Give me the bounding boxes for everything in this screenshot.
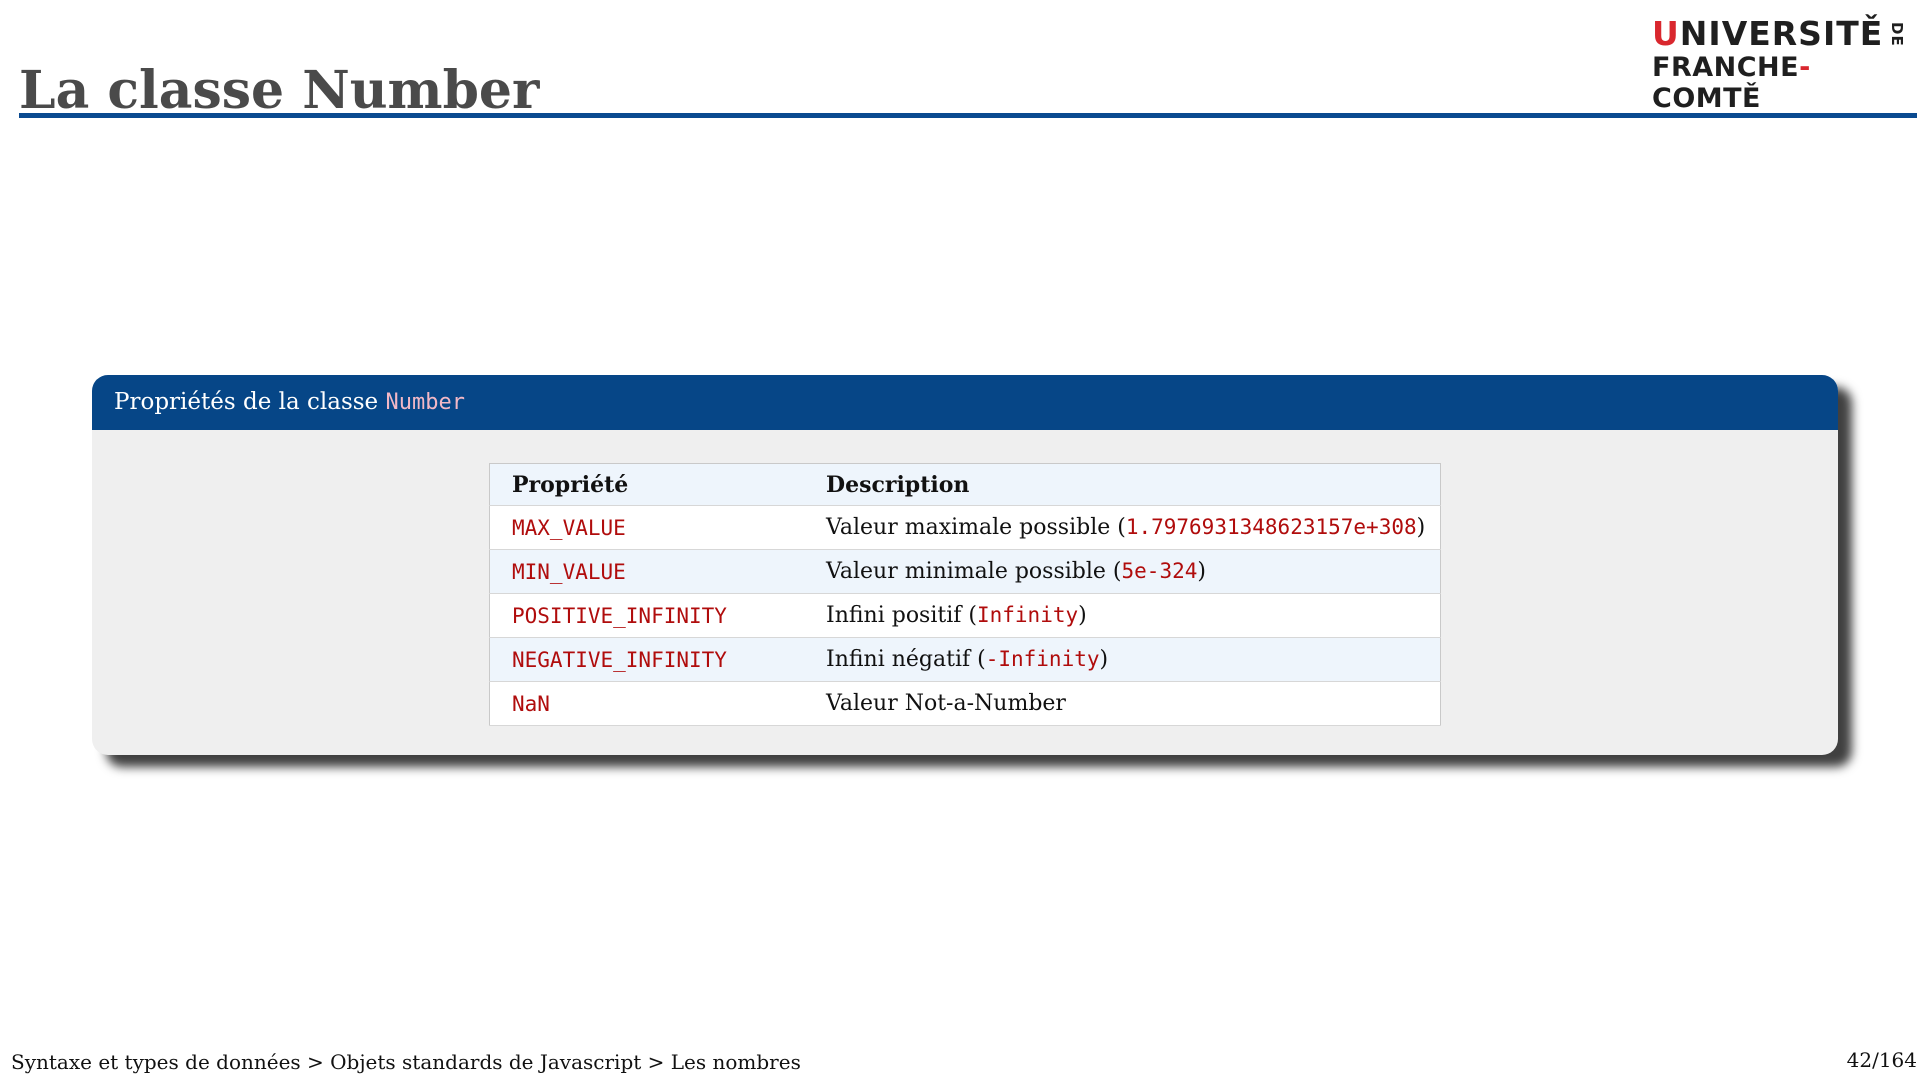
title-divider [19,113,1917,118]
table-row: POSITIVE_INFINITY Infini positif (Infini… [489,593,1441,638]
logo-line-2: FRANCHE-COMTĚ [1652,52,1811,114]
column-header-property: Propriété [489,463,804,506]
table-row: MIN_VALUE Valeur minimale possible (5e-3… [489,549,1441,594]
logo-de: DE [1888,22,1906,47]
properties-block: Propriétés de la classe Number Propriété… [92,375,1838,755]
block-header-text: Propriétés de la classe [114,389,386,415]
property-description: Valeur minimale possible (5e-324) [804,549,1441,594]
block-header-code: Number [385,390,465,415]
university-logo: UNIVERSITĚ FRANCHE-COMTĚ DE [1652,14,1908,114]
property-description: Infini positif (Infinity) [804,593,1441,638]
block-header: Propriétés de la classe Number [92,375,1838,430]
table-row: NEGATIVE_INFINITY Infini négatif (-Infin… [489,637,1441,682]
table-row: MAX_VALUE Valeur maximale possible (1.79… [489,505,1441,550]
table-row: NaN Valeur Not-a-Number [489,681,1441,726]
table-header-row: Propriété Description [489,463,1441,506]
page-title: La classe Number [19,60,540,121]
property-name: MAX_VALUE [489,505,804,550]
slide: La classe Number UNIVERSITĚ FRANCHE-COMT… [0,0,1920,1080]
property-name: MIN_VALUE [489,549,804,594]
property-description: Valeur Not-a-Number [804,681,1441,726]
column-header-description: Description [804,463,1441,506]
property-name: NEGATIVE_INFINITY [489,637,804,682]
logo-line-1: UNIVERSITĚ [1652,14,1884,53]
property-description: Valeur maximale possible (1.797693134862… [804,505,1441,550]
properties-table: Propriété Description MAX_VALUE Valeur m… [489,463,1441,726]
property-name: NaN [489,681,804,726]
page-number: 42/164 [1846,1048,1917,1072]
footer-breadcrumb: Syntaxe et types de données > Objets sta… [11,1050,801,1074]
property-description: Infini négatif (-Infinity) [804,637,1441,682]
property-name: POSITIVE_INFINITY [489,593,804,638]
